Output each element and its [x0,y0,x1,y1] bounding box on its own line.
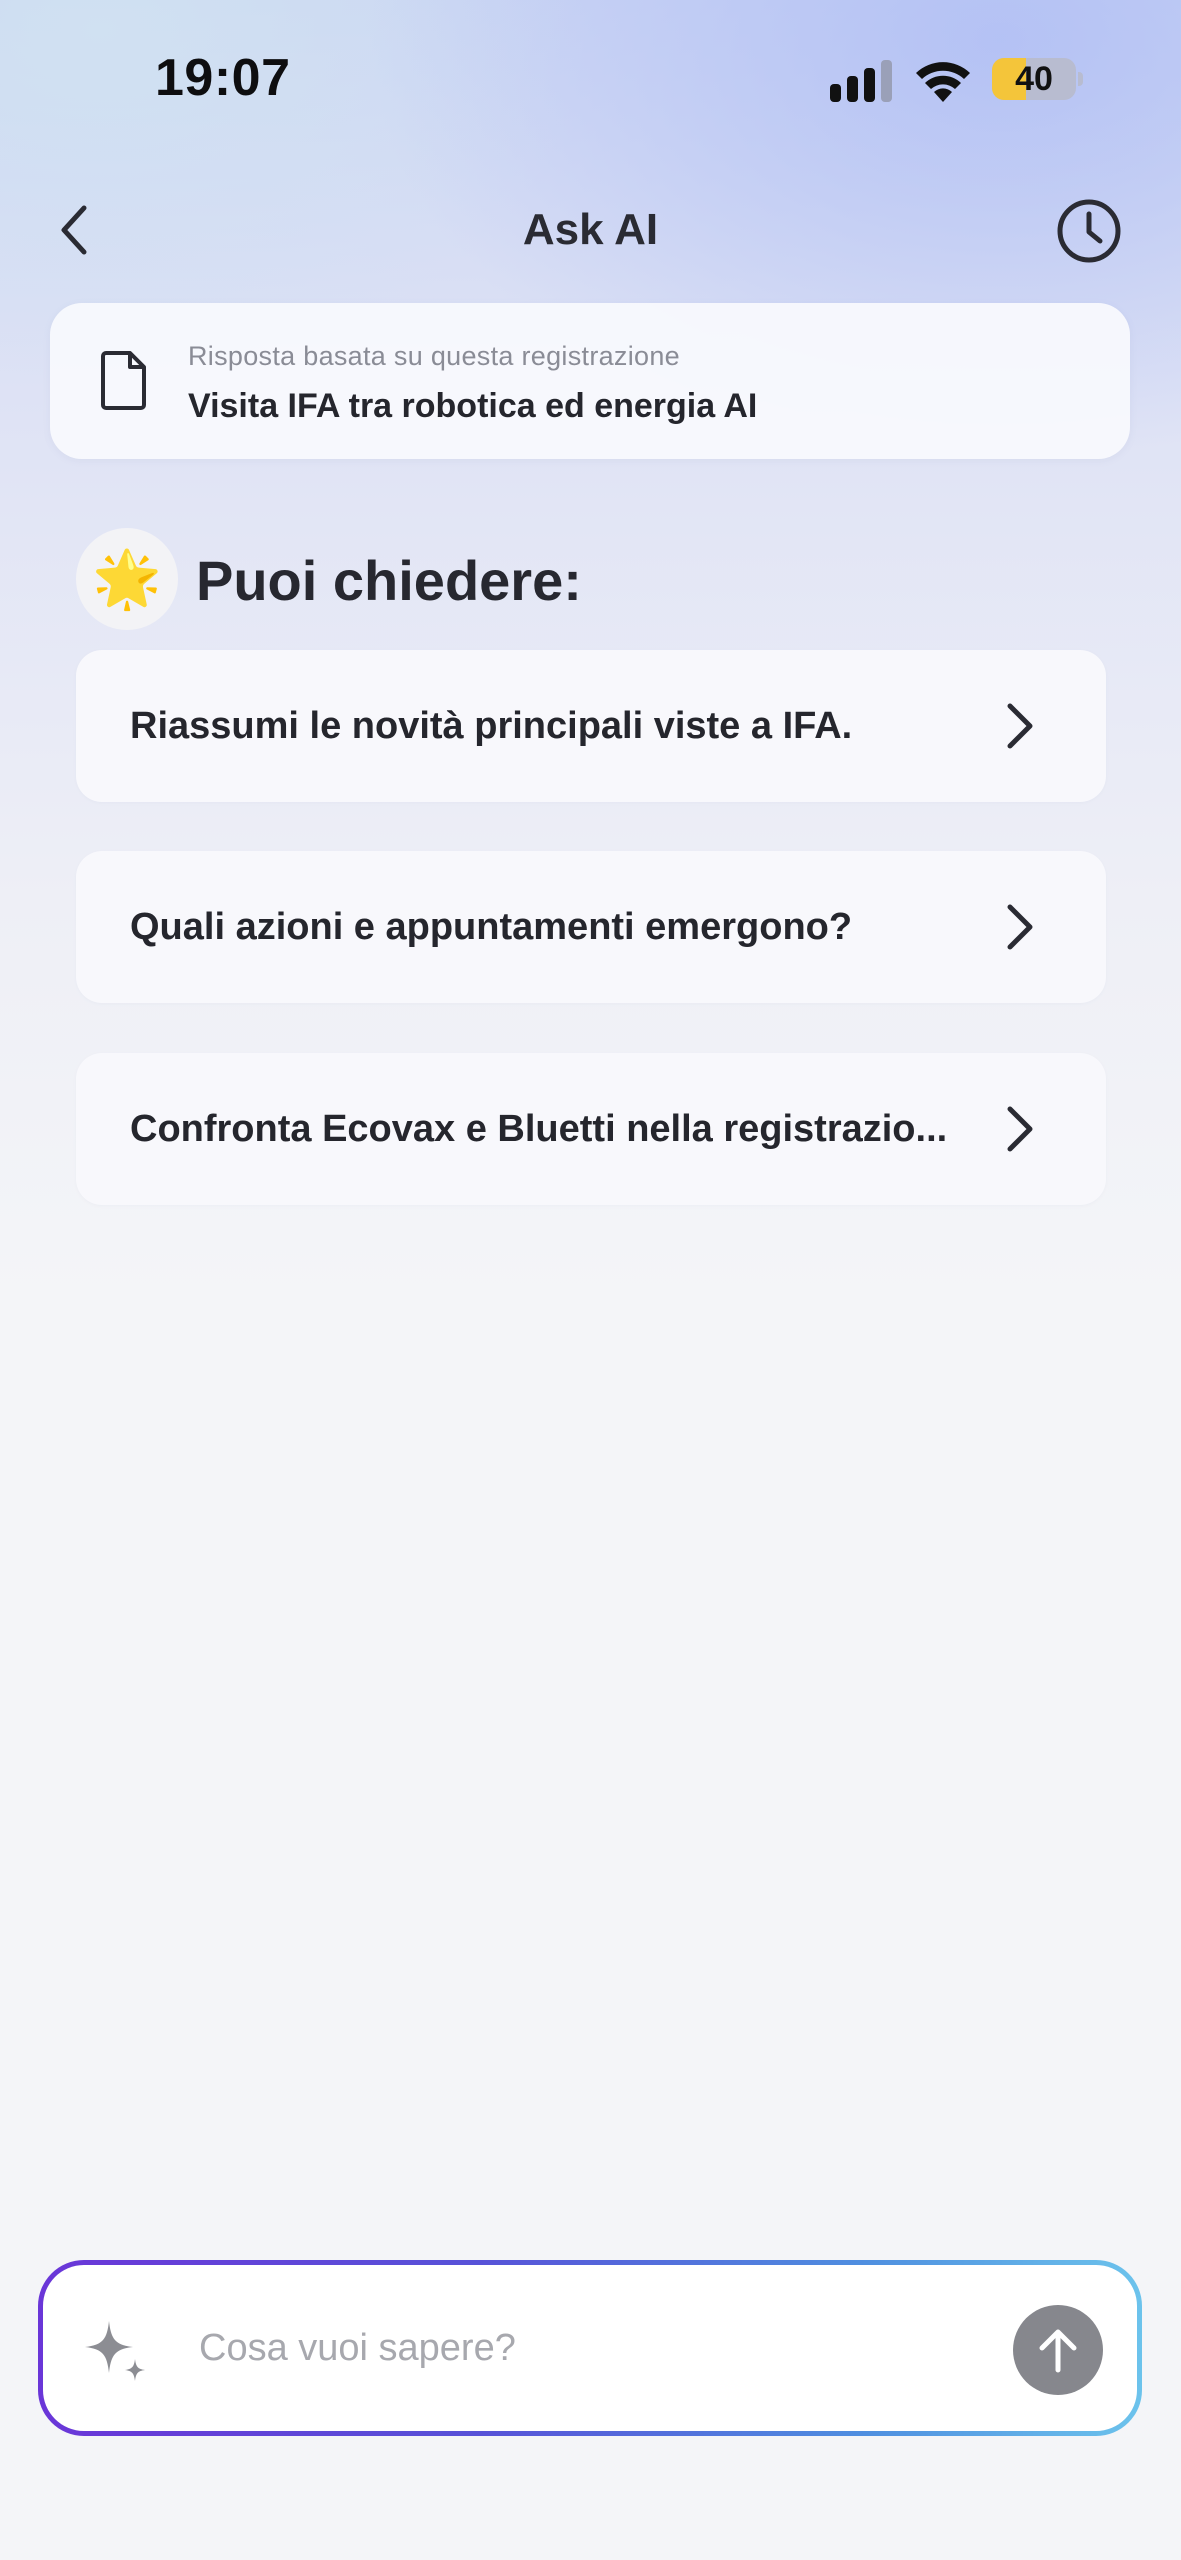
source-recording-card: Risposta basata su questa registrazione … [50,303,1130,459]
suggestions-title: Puoi chiedere: [196,549,582,612]
sparkle-icon [85,2321,145,2381]
arrow-up-icon [1039,2329,1077,2373]
status-time: 19:07 [155,49,291,107]
suggestion-label: Quali azioni e appuntamenti emergono? [130,906,853,948]
send-button[interactable] [1013,2305,1103,2395]
ask-input[interactable] [199,2305,1019,2391]
wifi-icon [916,62,970,102]
status-bar: 19:07 40 [0,0,1181,150]
nav-bar: Ask AI [0,185,1181,275]
suggestion-item[interactable]: Riassumi le novità principali viste a IF… [76,650,1106,802]
document-icon [101,351,146,410]
source-label: Risposta basata su questa registrazione [188,341,680,371]
glowing-star-icon: 🌟 [76,528,178,630]
clock-icon[interactable] [1055,197,1123,265]
chevron-right-icon [1007,703,1033,749]
chevron-right-icon [1007,904,1033,950]
battery-percent: 40 [1015,60,1053,98]
suggestion-label: Riassumi le novità principali viste a IF… [130,705,853,747]
suggestion-item[interactable]: Quali azioni e appuntamenti emergono? [76,851,1106,1003]
chevron-right-icon [1007,1106,1033,1152]
source-title: Visita IFA tra robotica ed energia AI [188,387,758,425]
ask-input-container [38,2260,1142,2436]
cellular-signal-icon [830,60,892,102]
page-title: Ask AI [522,205,659,254]
battery-icon: 40 [992,56,1083,102]
suggestion-label: Confronta Ecovax e Bluetti nella registr… [130,1108,948,1150]
suggestion-item[interactable]: Confronta Ecovax e Bluetti nella registr… [76,1053,1106,1205]
